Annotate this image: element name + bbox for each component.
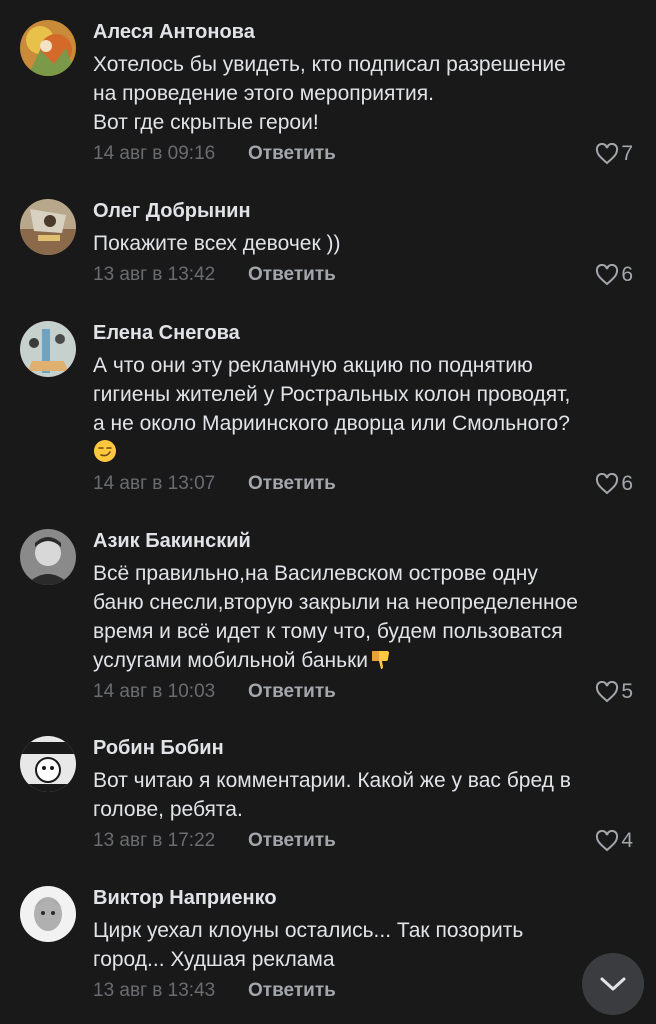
comment-date: 14 авг в 09:16 [93, 143, 216, 164]
avatar-photo-icon [20, 529, 76, 585]
heart-icon [596, 143, 619, 165]
comment-date: 13 авг в 13:43 [93, 980, 216, 1001]
heart-icon [596, 264, 619, 286]
comment-text: Всё правильно,на Василевском острове одн… [93, 559, 633, 675]
avatar-photo-icon [20, 886, 76, 942]
comment-author[interactable]: Робин Бобин [93, 736, 633, 760]
comment-author[interactable]: Виктор Наприенко [93, 886, 633, 910]
like-button[interactable]: 4 [595, 828, 633, 854]
avatar[interactable] [20, 199, 76, 255]
comment-text-line: Покажите всех девочек )) [93, 232, 341, 255]
comment-author[interactable]: Олег Добрынин [93, 199, 633, 223]
comment-text-line: гигиены жителей у Ростральных колон пров… [93, 383, 571, 406]
comment-text: Цирк уехал клоуны остались... Так позори… [93, 916, 633, 974]
heart-icon [596, 473, 619, 495]
avatar-photo-icon [20, 321, 76, 377]
comment-text-line: а не около Мариинского дворца или Смольн… [93, 412, 570, 435]
reply-button[interactable]: Ответить [248, 679, 336, 705]
comment-text-line: Вот где скрытые герои! [93, 111, 319, 134]
comment-text: А что они эту рекламную акцию по подняти… [93, 351, 633, 467]
comment-text-line: Цирк уехал клоуны остались... Так позори… [93, 919, 524, 942]
comments-list: Алеся Антонова Хотелось бы увидеть, кто … [0, 0, 656, 1024]
comment-body: Виктор Наприенко Цирк уехал клоуны остал… [93, 886, 633, 1004]
reply-button[interactable]: Ответить [248, 262, 336, 288]
comment-text: Хотелось бы увидеть, кто подписал разреш… [93, 50, 633, 137]
comment-text-line: А что они эту рекламную акцию по подняти… [93, 354, 533, 377]
comment-text-line: город... Худшая реклама [93, 948, 335, 971]
comment-meta: 14 авг в 13:07 Ответить 6 [93, 471, 633, 497]
reply-button[interactable]: Ответить [248, 141, 336, 167]
comment-text-line [93, 438, 633, 467]
comment-text: Вот читаю я комментарии. Какой же у вас … [93, 766, 633, 824]
chevron-down-icon [600, 977, 626, 991]
like-button[interactable]: 6 [595, 262, 633, 288]
like-count: 6 [621, 472, 633, 495]
avatar[interactable] [20, 886, 76, 942]
comment-text-line: Всё правильно,на Василевском острове одн… [93, 562, 538, 585]
comment-text-line: голове, ребята. [93, 798, 243, 821]
comment-meta: 13 авг в 17:22 Ответить 4 [93, 828, 633, 854]
comment-author[interactable]: Алеся Антонова [93, 20, 633, 44]
smirk-emoji-icon [93, 439, 117, 463]
comment-date: 14 авг в 13:07 [93, 473, 216, 494]
avatar[interactable] [20, 321, 76, 377]
comment-author[interactable]: Елена Снегова [93, 321, 633, 345]
heart-icon [596, 830, 619, 852]
comment-body: Алеся Антонова Хотелось бы увидеть, кто … [93, 20, 633, 167]
like-count: 7 [621, 142, 633, 165]
reply-button[interactable]: Ответить [248, 828, 336, 854]
like-count: 4 [621, 829, 633, 852]
comment-text-line: услугами мобильной баньки [93, 646, 633, 675]
avatar-photo-icon [20, 20, 76, 76]
comment-body: Азик Бакинский Всё правильно,на Василевс… [93, 529, 633, 705]
comment-text-line: баню снесли,вторую закрыли на неопределе… [93, 591, 578, 614]
avatar-photo-icon [20, 199, 76, 255]
comment-date: 13 авг в 17:22 [93, 830, 216, 851]
comment-meta: 13 авг в 13:43 Ответить [93, 978, 633, 1004]
scroll-down-button[interactable] [582, 953, 644, 1015]
comment-meta: 14 авг в 09:16 Ответить 7 [93, 141, 633, 167]
comment-text-line: Вот читаю я комментарии. Какой же у вас … [93, 769, 571, 792]
like-button[interactable]: 5 [595, 679, 633, 705]
avatar[interactable] [20, 529, 76, 585]
thumbs-down-emoji-icon [368, 647, 392, 671]
like-button[interactable]: 7 [595, 141, 633, 167]
comment-meta: 13 авг в 13:42 Ответить 6 [93, 262, 633, 288]
comment-text-line: на проведение этого мероприятия. [93, 82, 434, 105]
comment-text-line: время и всё идет к тому что, будем польз… [93, 620, 563, 643]
reply-button[interactable]: Ответить [248, 978, 336, 1004]
comment-body: Олег Добрынин Покажите всех девочек )) 1… [93, 199, 633, 288]
avatar[interactable] [20, 736, 76, 792]
comment-meta: 14 авг в 10:03 Ответить 5 [93, 679, 633, 705]
avatar-photo-icon [20, 736, 76, 792]
comment-text-line: Хотелось бы увидеть, кто подписал разреш… [93, 53, 566, 76]
comment-text: Покажите всех девочек )) [93, 229, 633, 258]
avatar[interactable] [20, 20, 76, 76]
like-button[interactable]: 6 [595, 471, 633, 497]
comment-body: Робин Бобин Вот читаю я комментарии. Как… [93, 736, 633, 854]
comment-body: Елена Снегова А что они эту рекламную ак… [93, 321, 633, 497]
like-count: 6 [621, 263, 633, 286]
comment-date: 14 авг в 10:03 [93, 681, 216, 702]
reply-button[interactable]: Ответить [248, 471, 336, 497]
comment-author[interactable]: Азик Бакинский [93, 529, 633, 553]
comment-date: 13 авг в 13:42 [93, 264, 216, 285]
heart-icon [596, 681, 619, 703]
comment-text-fragment: услугами мобильной баньки [93, 649, 368, 672]
like-count: 5 [621, 680, 633, 703]
